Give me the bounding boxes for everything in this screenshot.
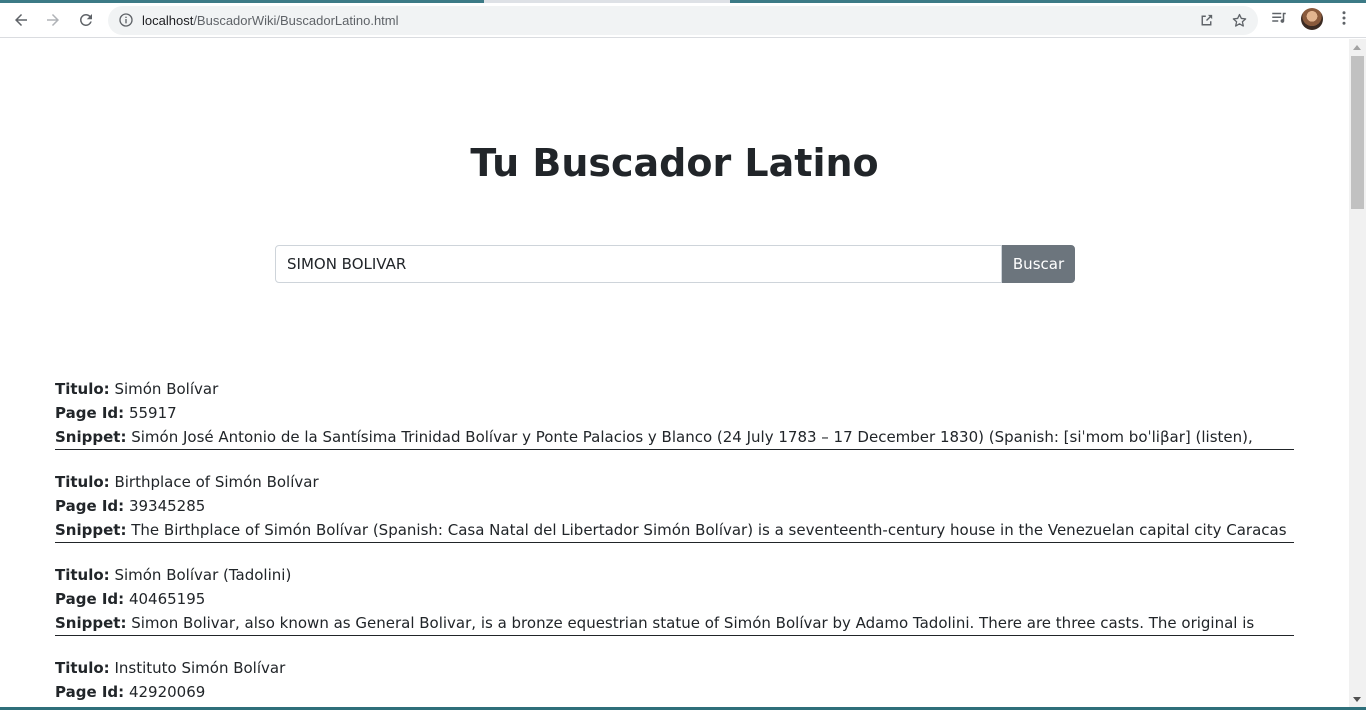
result-title: Titulo: Birthplace of Simón Bolívar — [55, 470, 1294, 494]
result-title-label: Titulo: — [55, 380, 110, 398]
search-button[interactable]: Buscar — [1002, 245, 1075, 283]
result-snippet: Snippet: Simón José Antonio de la Santís… — [55, 425, 1294, 449]
address-bar[interactable]: localhost/BuscadorWiki/BuscadorLatino.ht… — [108, 6, 1258, 35]
browser-toolbar: localhost/BuscadorWiki/BuscadorLatino.ht… — [0, 3, 1366, 38]
scroll-up-arrow-icon[interactable] — [1353, 45, 1361, 50]
result-page-id-value: 42920069 — [128, 683, 206, 701]
result-page-id-value: 40465195 — [128, 590, 206, 608]
result-page-id-value: 39345285 — [128, 497, 206, 515]
result-page-id-label: Page Id: — [55, 404, 125, 422]
arrow-left-icon — [15, 14, 27, 26]
page-title: Tu Buscador Latino — [470, 141, 879, 185]
result-page-id: Page Id: 55917 — [55, 401, 1294, 425]
share-icon[interactable] — [1198, 12, 1215, 29]
result-title: Titulo: Instituto Simón Bolívar — [55, 656, 1294, 680]
result-page-id: Page Id: 40465195 — [55, 587, 1294, 611]
profile-avatar[interactable] — [1301, 8, 1323, 30]
url-path: /BuscadorWiki/BuscadorLatino.html — [193, 13, 399, 28]
result-title-value: Instituto Simón Bolívar — [114, 659, 286, 677]
media-queue-button[interactable] — [1269, 8, 1289, 28]
reload-icon — [79, 13, 92, 26]
result-snippet-value: Simon Bolivar, also known as General Bol… — [131, 614, 1255, 632]
result-snippet-value: Simón José Antonio de la Santísima Trini… — [131, 428, 1253, 446]
result-title-label: Titulo: — [55, 566, 110, 584]
results-list: Titulo: Simón Bolívar Page Id: 55917 Snipp… — [55, 377, 1294, 707]
page-viewport: Tu Buscador Latino Buscar Titulo: Simón … — [0, 39, 1349, 707]
info-icon[interactable] — [118, 12, 134, 28]
result-title-label: Titulo: — [55, 659, 110, 677]
browser-menu-button[interactable] — [1334, 8, 1354, 28]
result-snippet: Snippet: The Birthplace of Simón Bolívar… — [55, 518, 1294, 542]
result-title-label: Titulo: — [55, 473, 110, 491]
result-title-value: Birthplace of Simón Bolívar — [114, 473, 319, 491]
result-snippet-label: Snippet: — [55, 614, 127, 632]
result-title-value: Simón Bolívar — [114, 380, 219, 398]
result-page-id-label: Page Id: — [55, 590, 125, 608]
result-title: Titulo: Simón Bolívar (Tadolini) — [55, 563, 1294, 587]
reload-button[interactable] — [73, 7, 99, 33]
search-input[interactable] — [275, 245, 1002, 283]
result-snippet-label: Snippet: — [55, 521, 127, 539]
result-item: Titulo: Instituto Simón Bolívar Page Id: … — [55, 656, 1294, 704]
result-page-id-value: 55917 — [128, 404, 177, 422]
result-snippet-label: Snippet: — [55, 428, 127, 446]
media-queue-icon — [1272, 12, 1286, 23]
result-title-value: Simón Bolívar (Tadolini) — [114, 566, 292, 584]
result-snippet-value: The Birthplace of Simón Bolívar (Spanish… — [131, 521, 1287, 539]
url-text[interactable]: localhost/BuscadorWiki/BuscadorLatino.ht… — [142, 6, 399, 35]
result-item: Titulo: Simón Bolívar Page Id: 55917 Snipp… — [55, 377, 1294, 450]
scrollbar-thumb[interactable] — [1351, 56, 1364, 209]
result-item: Titulo: Birthplace of Simón Bolívar Page … — [55, 470, 1294, 543]
star-icon[interactable] — [1231, 12, 1248, 29]
result-title: Titulo: Simón Bolívar — [55, 377, 1294, 401]
result-snippet: Snippet: Simon Bolivar, also known as Ge… — [55, 611, 1294, 635]
page-scrollbar[interactable] — [1349, 39, 1366, 707]
url-host: localhost — [142, 13, 194, 28]
back-button[interactable] — [8, 7, 34, 33]
result-page-id: Page Id: 42920069 — [55, 680, 1294, 704]
forward-button[interactable] — [40, 7, 66, 33]
result-item: Titulo: Simón Bolívar (Tadolini) Page Id:… — [55, 563, 1294, 636]
result-page-id: Page Id: 39345285 — [55, 494, 1294, 518]
search-form: Buscar — [275, 245, 1075, 283]
scroll-down-arrow-icon[interactable] — [1353, 697, 1361, 702]
result-page-id-label: Page Id: — [55, 497, 125, 515]
result-page-id-label: Page Id: — [55, 683, 125, 701]
arrow-right-icon — [47, 14, 59, 26]
kebab-menu-icon — [1342, 11, 1346, 25]
